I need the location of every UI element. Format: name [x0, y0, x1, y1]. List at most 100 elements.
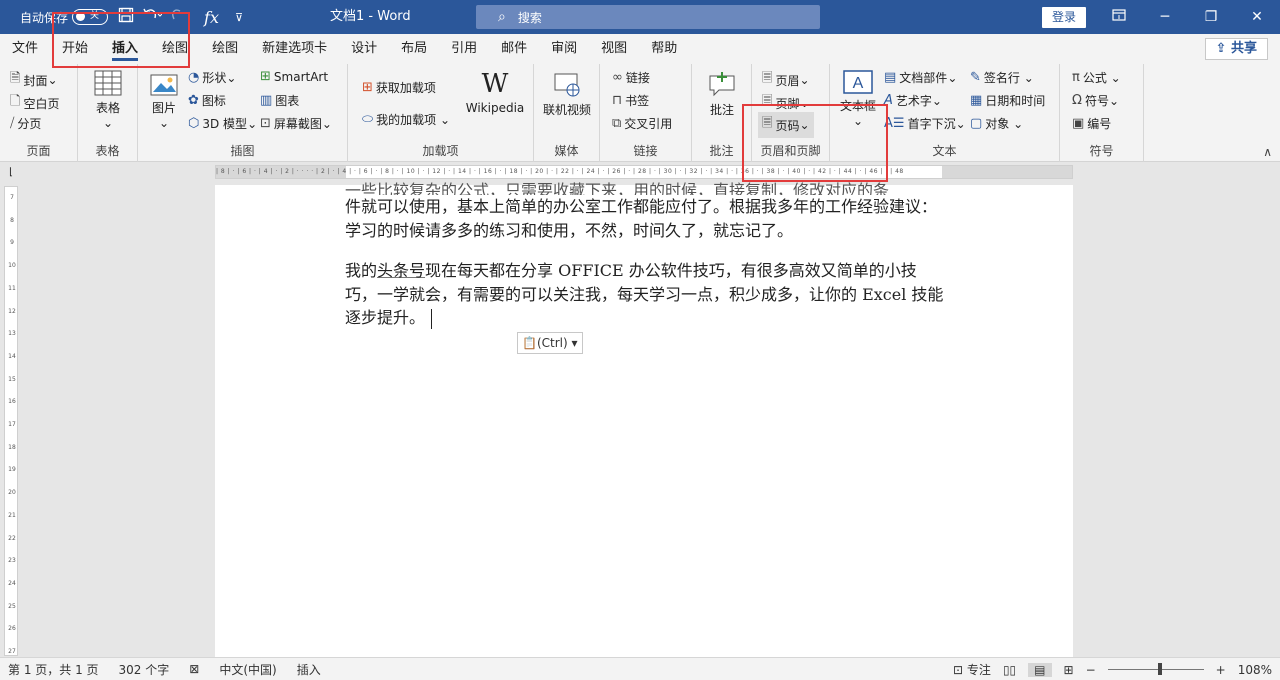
- cross-reference-button[interactable]: ⧉ 交叉引用: [612, 115, 672, 132]
- tab-home[interactable]: 开始: [50, 34, 100, 64]
- equation-button[interactable]: π 公式 ⌄: [1072, 69, 1121, 86]
- screenshot-button[interactable]: ⊡ 屏幕截图 ⌄: [260, 115, 332, 132]
- word-count[interactable]: 302 个字: [119, 661, 170, 678]
- zoom-slider-thumb[interactable]: [1157, 663, 1162, 675]
- redo-icon[interactable]: [170, 7, 184, 27]
- group-media: 联机视频 媒体: [534, 64, 600, 162]
- ribbon-display-icon[interactable]: [1096, 0, 1142, 34]
- minimize-icon[interactable]: ─: [1142, 0, 1188, 34]
- tab-file[interactable]: 文件: [0, 34, 50, 64]
- autosave-toggle[interactable]: 关: [72, 9, 109, 25]
- store-icon: ⊞: [362, 80, 373, 95]
- insert-mode[interactable]: 插入: [297, 661, 321, 678]
- paste-options-button[interactable]: 📋(Ctrl) ▾: [517, 332, 583, 354]
- tab-insert[interactable]: 插入: [100, 34, 150, 64]
- autosave-control[interactable]: 自动保存 关: [20, 9, 109, 26]
- header-icon: 🗏: [762, 71, 773, 86]
- tab-layout[interactable]: 布局: [389, 34, 439, 64]
- document-page[interactable]: 一些比较复杂的公式，只需要收藏下来，用的时候，直接复制，修改对应的条 件就可以使…: [215, 181, 1073, 657]
- status-bar: 第 1 页，共 1 页 302 个字 ⊠ 中文(中国) 插入 ⊡ 专注 ▯▯ ▤…: [0, 657, 1280, 680]
- zoom-in-button[interactable]: +: [1216, 663, 1226, 677]
- tab-view[interactable]: 视图: [589, 34, 639, 64]
- web-layout-icon[interactable]: ⊞: [1064, 663, 1074, 677]
- cross-reference-icon: ⧉: [612, 116, 622, 131]
- tab-help[interactable]: 帮助: [639, 34, 689, 64]
- tab-review[interactable]: 审阅: [539, 34, 589, 64]
- search-box[interactable]: ⌕ 搜索: [476, 5, 820, 29]
- tab-selector-icon[interactable]: ⌊: [0, 163, 22, 183]
- symbol-button[interactable]: Ω 符号 ⌄: [1072, 92, 1119, 109]
- group-comments-label: 批注: [709, 144, 734, 158]
- my-addins-button[interactable]: ⬭ 我的加载项 ⌄: [362, 111, 450, 128]
- tab-new[interactable]: 新建选项卡: [250, 34, 339, 64]
- footer-button[interactable]: 🗏 页脚 ⌄: [762, 92, 810, 114]
- object-button[interactable]: ▢ 对象 ⌄: [970, 115, 1023, 132]
- tab-draw[interactable]: 绘图: [150, 34, 200, 64]
- page-count[interactable]: 第 1 页，共 1 页: [8, 661, 99, 678]
- save-icon[interactable]: [118, 7, 134, 27]
- restore-icon[interactable]: ❐: [1188, 0, 1234, 34]
- wikipedia-button[interactable]: W Wikipedia: [464, 70, 526, 115]
- proofing-icon[interactable]: ⊠: [189, 662, 199, 676]
- quick-parts-icon: ▤: [884, 70, 897, 85]
- tab-mailings[interactable]: 邮件: [489, 34, 539, 64]
- zoom-out-button[interactable]: −: [1086, 663, 1096, 677]
- header-button[interactable]: 🗏 页眉 ⌄: [762, 69, 810, 91]
- language-indicator[interactable]: 中文(中国): [219, 661, 276, 678]
- 3d-model-button[interactable]: ⬡ 3D 模型 ⌄: [188, 115, 257, 132]
- chart-icon: ▥: [260, 93, 273, 108]
- page-number-button[interactable]: 🗏 页码 ⌄: [758, 112, 814, 138]
- calendar-icon: ▦: [970, 93, 983, 108]
- pictures-button[interactable]: 图片 ⌄: [148, 74, 180, 130]
- read-mode-icon[interactable]: ▯▯: [1003, 663, 1016, 677]
- paste-options-label: (Ctrl): [536, 336, 568, 350]
- icons-icon: ✿: [188, 93, 199, 108]
- object-label: 对象: [985, 117, 1010, 131]
- dropcap-button[interactable]: A☰ 首字下沉 ⌄: [884, 115, 966, 132]
- blank-page-button[interactable]: 🗋 空白页: [10, 92, 59, 114]
- tab-draw-2[interactable]: 绘图: [200, 34, 250, 64]
- comment-button[interactable]: 批注: [704, 70, 740, 118]
- zoom-level[interactable]: 108%: [1238, 663, 1272, 677]
- quick-parts-button[interactable]: ▤ 文档部件 ⌄: [884, 69, 957, 86]
- date-time-button[interactable]: ▦ 日期和时间: [970, 92, 1045, 109]
- horizontal-ruler[interactable]: | 8 | · | 6 | · | 4 | · | 2 | · · · · | …: [215, 165, 1073, 179]
- share-button[interactable]: ⇪ 共享: [1204, 38, 1268, 60]
- online-video-button[interactable]: 联机视频: [539, 72, 595, 118]
- group-links: ∞ 链接 ⊓ 书签 ⧉ 交叉引用 链接: [600, 64, 692, 162]
- bookmark-button[interactable]: ⊓ 书签: [612, 92, 649, 109]
- zoom-slider[interactable]: [1107, 663, 1204, 675]
- number-button[interactable]: ▣ 编号: [1072, 115, 1111, 132]
- close-icon[interactable]: ✕: [1234, 0, 1280, 34]
- table-icon: [94, 70, 122, 96]
- tab-design[interactable]: 设计: [339, 34, 389, 64]
- signature-line-button[interactable]: ✎ 签名行 ⌄: [970, 69, 1034, 86]
- login-button[interactable]: 登录: [1042, 7, 1086, 28]
- wordart-button[interactable]: A 艺术字 ⌄: [884, 92, 942, 109]
- group-text: A 文本框 ⌄ ▤ 文档部件 ⌄ A 艺术字 ⌄ A☰ 首字下沉 ⌄ ✎ 签名行 ⌄ ▦ 日期和时…: [830, 64, 1060, 162]
- smartart-button[interactable]: ⊞ SmartArt: [260, 69, 328, 84]
- shapes-button[interactable]: ◔ 形状 ⌄: [188, 69, 236, 86]
- print-layout-icon[interactable]: ▤: [1028, 662, 1052, 677]
- group-addins: ⊞ 获取加载项 ⬭ 我的加载项 ⌄ W Wikipedia 加载项: [348, 64, 534, 162]
- customize-qat-icon[interactable]: ⊽: [235, 11, 243, 24]
- chart-button[interactable]: ▥ 图表: [260, 92, 299, 109]
- table-button[interactable]: 表格 ⌄: [92, 70, 124, 130]
- tab-references[interactable]: 引用: [439, 34, 489, 64]
- vertical-ruler[interactable]: 7 8 9 10 11 12 13 14 15 16 17 18 19 20 21 22 23 24 25 26 27: [4, 186, 18, 656]
- cover-page-icon: 🗎: [10, 71, 21, 86]
- text-cursor: [431, 308, 433, 329]
- bookmark-label: 书签: [625, 94, 650, 108]
- fx-icon[interactable]: fx: [204, 8, 219, 27]
- undo-icon[interactable]: [142, 7, 163, 27]
- textbox-button[interactable]: A 文本框 ⌄: [838, 70, 878, 128]
- page-number-icon: 🗏: [762, 116, 773, 131]
- document-title: 文档1 - Word: [330, 9, 411, 24]
- focus-button[interactable]: ⊡ 专注: [953, 661, 991, 678]
- collapse-ribbon-icon[interactable]: ∧: [1263, 145, 1272, 159]
- get-addins-button[interactable]: ⊞ 获取加载项: [362, 79, 436, 96]
- icons-button[interactable]: ✿ 图标: [188, 92, 226, 109]
- cover-page-button[interactable]: 🗎 封面 ⌄: [10, 69, 58, 91]
- page-break-button[interactable]: ⧸ 分页: [10, 115, 41, 132]
- link-button[interactable]: ∞ 链接: [612, 69, 650, 86]
